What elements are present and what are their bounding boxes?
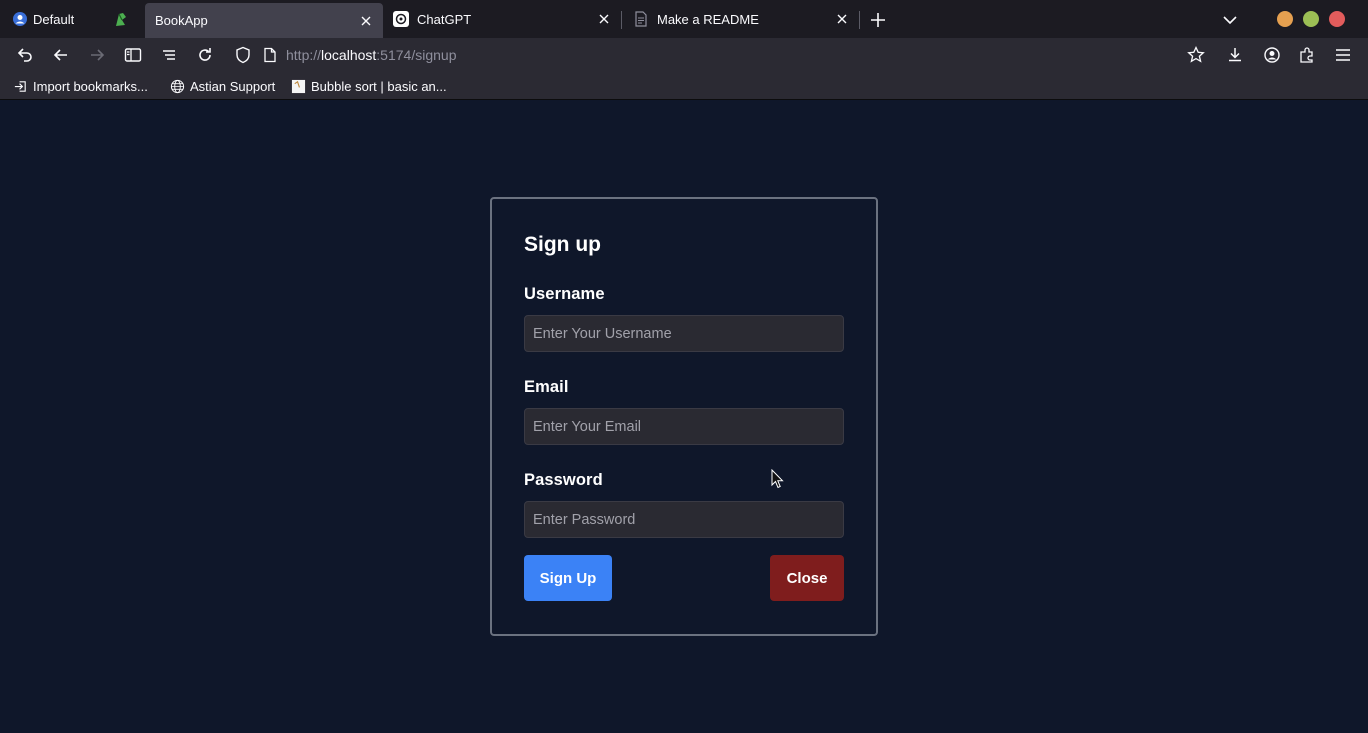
bookmark-label: Astian Support [190,78,276,94]
sidebar-icon[interactable] [123,45,143,65]
globe-icon [170,79,185,93]
window-close-button[interactable] [1329,11,1345,27]
window-maximize-button[interactable] [1303,11,1319,27]
url-scheme: http:// [286,47,322,63]
reader-list-icon[interactable] [159,45,179,65]
bookmark-bubble-sort[interactable]: Bubble sort | basic an... [291,77,447,95]
chatgpt-icon [393,11,409,27]
extensions-puzzle-icon[interactable] [1297,45,1317,65]
new-tab-icon[interactable] [868,10,888,30]
navigation-toolbar: http://localhost:5174/signup [0,38,1368,72]
url-host: localhost [321,47,377,63]
url-text: http://localhost:5174/signup [286,47,456,63]
tab-make-a-readme[interactable]: Make a README [623,0,859,38]
close-tab-icon[interactable] [597,12,611,26]
page-thumbnail-icon [291,79,306,93]
download-icon[interactable] [1225,45,1245,65]
tab-bar: Default BookApp ChatGPT Make a README [0,0,1368,38]
tab-label: Default [33,11,75,27]
chevron-down-icon[interactable] [1220,10,1240,30]
close-tab-icon[interactable] [835,12,849,26]
bookmarks-toolbar: Import bookmarks... Astian Support Bubbl… [0,72,1368,100]
page-title: Sign up [524,233,601,256]
tab-label: ChatGPT [417,11,472,27]
tab-label: Make a README [657,11,759,27]
email-label: Email [524,378,569,396]
tab-chatgpt[interactable]: ChatGPT [385,0,621,38]
url-bar[interactable]: http://localhost:5174/signup [262,43,1162,67]
hamburger-menu-icon[interactable] [1333,45,1353,65]
username-input[interactable] [524,315,844,352]
bookmark-astian-support[interactable]: Astian Support [170,77,275,95]
close-tab-icon[interactable] [359,14,373,28]
password-input[interactable] [524,501,844,538]
tab-separator [859,11,860,29]
email-input[interactable] [524,408,844,445]
back-arrow-icon[interactable] [51,45,71,65]
import-icon [14,80,26,92]
url-path: :5174/signup [376,47,457,63]
bookmark-label: Bubble sort | basic an... [311,78,447,94]
forward-arrow-icon[interactable] [87,45,107,65]
bookmark-label: Import bookmarks... [33,78,148,94]
document-icon [635,11,647,27]
shield-icon[interactable] [233,45,253,65]
tab-default[interactable]: Default [0,0,142,38]
password-label: Password [524,471,603,489]
close-button[interactable]: Close [770,555,844,601]
tab-bookapp[interactable]: BookApp [145,3,383,38]
bookmark-star-icon[interactable] [1186,45,1206,65]
extension-dragon-icon[interactable] [112,11,130,29]
page-viewport: Sign up Username Email Password Sign Up … [0,100,1368,733]
bookmark-import[interactable]: Import bookmarks... [13,77,148,95]
mouse-cursor-icon [771,469,784,489]
signup-card: Sign up Username Email Password Sign Up … [490,197,878,636]
account-icon[interactable] [1262,45,1282,65]
page-info-icon[interactable] [262,47,278,63]
tab-separator [621,11,622,29]
window-minimize-button[interactable] [1277,11,1293,27]
tab-label: BookApp [155,13,208,28]
username-label: Username [524,285,605,303]
default-profile-icon [13,12,27,26]
reload-icon[interactable] [195,45,215,65]
undo-close-icon[interactable] [15,45,35,65]
sign-up-button[interactable]: Sign Up [524,555,612,601]
